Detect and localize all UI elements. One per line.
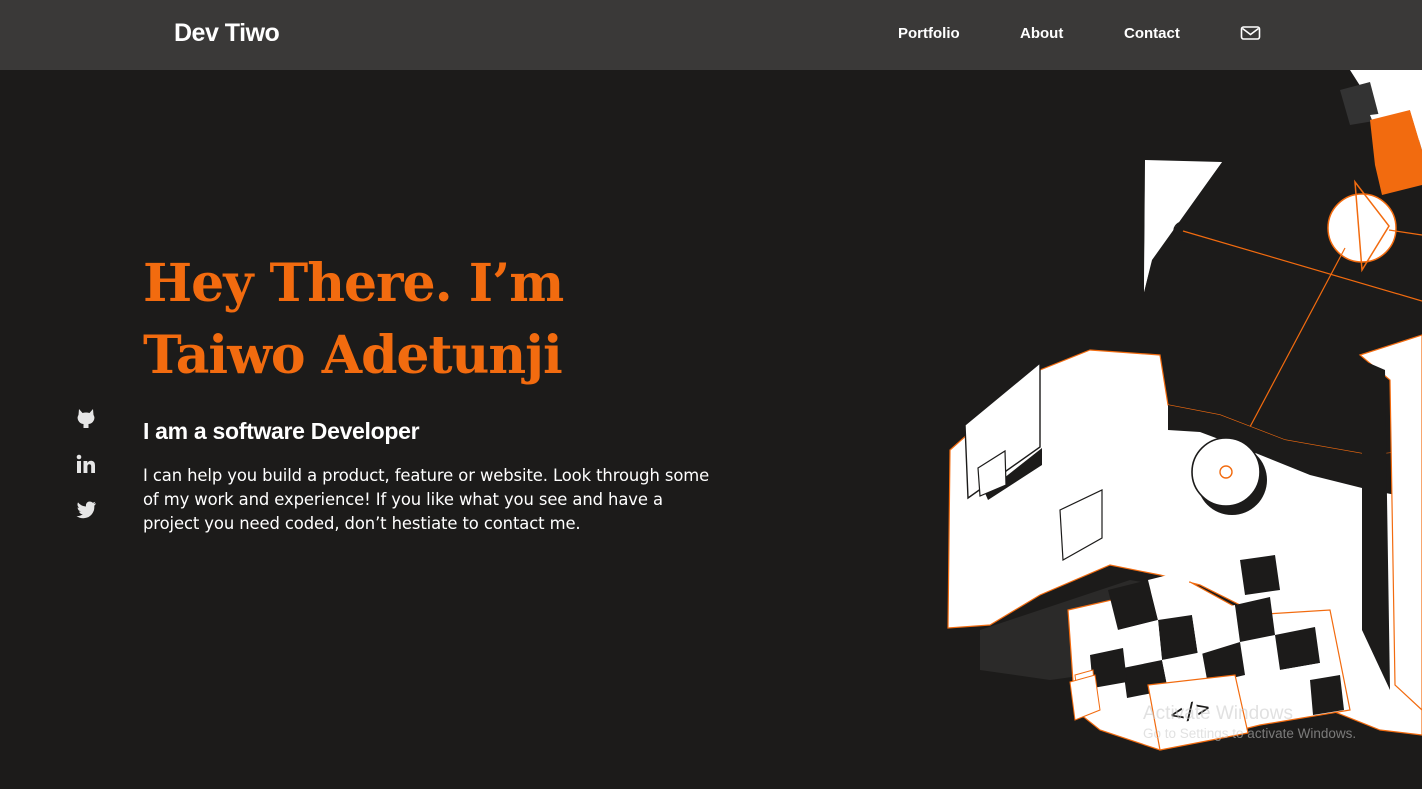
linkedin-icon[interactable]	[75, 453, 97, 475]
illustration-shape	[1158, 615, 1198, 660]
illustration-shape	[1240, 555, 1280, 595]
illustration-shape	[1327, 193, 1397, 263]
watermark-subtitle: Go to Settings to activate Windows.	[1143, 726, 1357, 741]
watermark-title: Activate Windows	[1143, 703, 1293, 724]
illustration-shape	[1191, 437, 1261, 507]
hero-illustration: </>	[947, 70, 1422, 751]
twitter-icon[interactable]	[75, 499, 97, 521]
navbar: Dev Tiwo Portfolio About Contact	[0, 0, 1422, 70]
nav-link-contact[interactable]: Contact	[1124, 25, 1180, 42]
nav-link-about[interactable]: About	[1020, 25, 1063, 42]
hero-description: I can help you build a product, feature …	[143, 466, 710, 533]
nav-link-portfolio[interactable]: Portfolio	[898, 25, 960, 42]
mail-icon[interactable]	[1240, 25, 1261, 41]
github-icon[interactable]	[75, 407, 97, 429]
brand-logo[interactable]: Dev Tiwo	[174, 19, 280, 48]
hero-subtitle: I am a software Developer	[143, 418, 420, 444]
illustration-shape	[1235, 597, 1275, 642]
hero-title: Hey There. I’m Taiwo Adetunji	[143, 253, 564, 386]
windows-watermark: Activate Windows Go to Settings to activ…	[1143, 703, 1356, 741]
